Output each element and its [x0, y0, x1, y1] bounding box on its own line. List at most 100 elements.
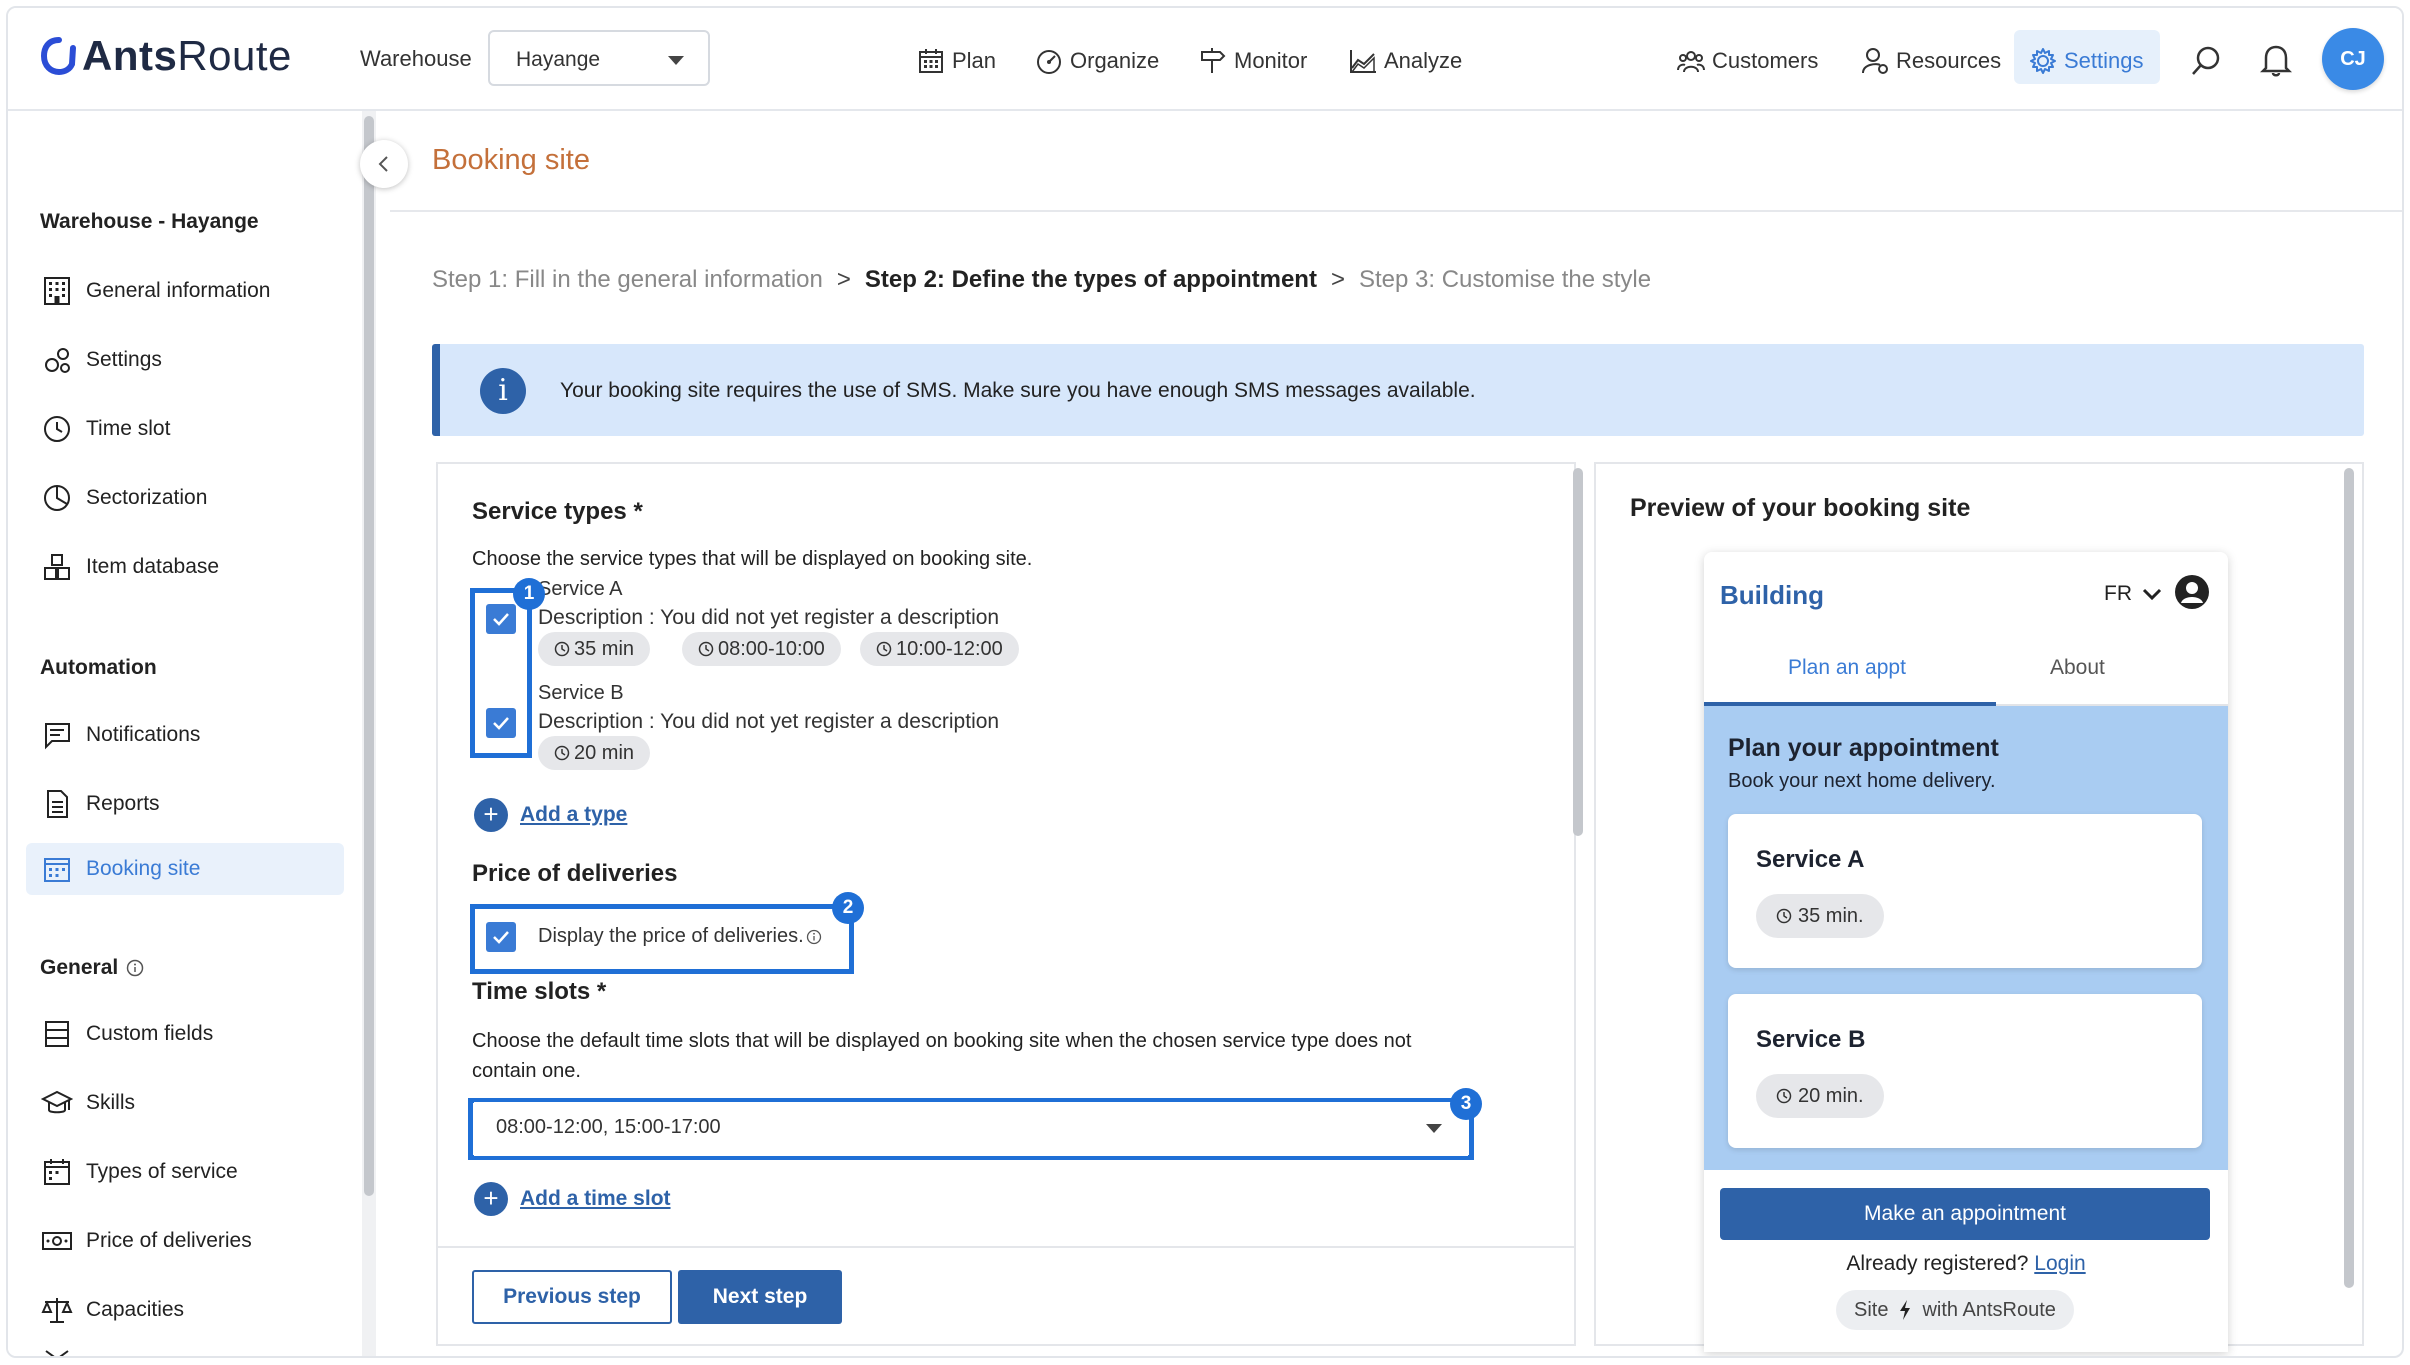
tab-about[interactable]: About [2050, 656, 2105, 680]
chevron-down-icon [668, 56, 684, 65]
display-price-label-wrap: Display the price of deliveries. [538, 925, 822, 948]
nav-resources[interactable]: Resources [1860, 46, 2001, 76]
clock-icon [554, 745, 570, 761]
info-icon[interactable] [126, 959, 144, 977]
login-link[interactable]: Login [2034, 1252, 2085, 1275]
lightning-icon [1900, 1300, 1911, 1320]
user-icon[interactable] [2174, 574, 2210, 610]
sidebar-item-booking-site[interactable]: Booking site [26, 843, 344, 895]
chip-label: 10:00-12:00 [896, 637, 1003, 660]
plus-icon: + [474, 798, 508, 832]
step-badge-3: 3 [1450, 1088, 1482, 1120]
sidebar-item-time-slot[interactable]: Time slot [26, 403, 344, 455]
time-slots-value: 08:00-12:00, 15:00-17:00 [496, 1116, 721, 1138]
nav-monitor-label: Monitor [1234, 48, 1308, 73]
sidebar-item-settings[interactable]: Settings [26, 334, 344, 386]
language-select[interactable]: FR [2104, 582, 2162, 606]
warehouse-select[interactable]: Hayange [488, 30, 710, 86]
logo[interactable]: AntsRoute [40, 32, 292, 80]
preview-title: Preview of your booking site [1630, 494, 1971, 522]
nav-analyze-label: Analyze [1384, 48, 1463, 73]
sidebar-item-reports[interactable]: Reports [26, 778, 344, 830]
add-type-link[interactable]: + Add a type [474, 798, 627, 832]
time-slots-title: Time slots * [472, 978, 607, 1005]
chip-label: 35 min [574, 637, 635, 660]
add-time-slot-link[interactable]: + Add a time slot [474, 1182, 671, 1216]
nav-organize[interactable]: Organize [1034, 46, 1159, 76]
sidebar-item-label: Settings [86, 348, 162, 371]
chevron-down-icon [1426, 1124, 1442, 1133]
message-icon [40, 718, 74, 752]
chevron-down-icon [2142, 588, 2162, 601]
calendar-icon [919, 49, 943, 73]
time-slots-select[interactable]: 08:00-12:00, 15:00-17:00 [474, 1102, 1468, 1156]
sidebar-item-label: Time slot [86, 417, 171, 440]
scale-icon [40, 1293, 74, 1327]
preview-subheading: Book your next home delivery. [1728, 770, 1996, 792]
clock-icon [1776, 1088, 1792, 1104]
price-title: Price of deliveries [472, 860, 678, 887]
display-price-label: Display the price of deliveries. [538, 925, 804, 947]
make-appointment-button[interactable]: Make an appointment [1720, 1188, 2210, 1240]
service-b-description: Description : You did not yet register a… [538, 710, 1000, 733]
nav-plan[interactable]: Plan [916, 46, 996, 76]
sidebar-item-label: Types of service [86, 1160, 238, 1183]
preview-card-name: Service A [1756, 846, 1865, 873]
collapse-sidebar-button[interactable] [360, 140, 408, 188]
chip-label: 35 min. [1798, 904, 1864, 927]
step-3-link[interactable]: Step 3: Customise the style [1359, 266, 1651, 293]
sidebar-scrollbar-thumb[interactable] [364, 116, 374, 1196]
sidebar-item-types-of-service[interactable]: Types of service [26, 1146, 344, 1198]
preview-service-card[interactable]: Service B 20 min. [1728, 994, 2202, 1148]
logo-text-bold: Ants [82, 32, 178, 79]
sidebar-item-skills[interactable]: Skills [26, 1077, 344, 1129]
preview-service-card[interactable]: Service A 35 min. [1728, 814, 2202, 968]
title-divider [390, 210, 2402, 212]
sidebar-item-label: Custom fields [86, 1022, 214, 1045]
service-a-duration-chip: 35 min [538, 632, 651, 666]
avatar[interactable]: CJ [2322, 28, 2384, 90]
nav-plan-label: Plan [952, 48, 997, 73]
nav-customers[interactable]: Customers [1676, 46, 1818, 76]
next-step-button[interactable]: Next step [678, 1270, 842, 1324]
add-time-slot-label: Add a time slot [520, 1187, 671, 1210]
sidebar-item-capacities[interactable]: Capacities [26, 1284, 344, 1336]
step-1-link[interactable]: Step 1: Fill in the general information [432, 266, 823, 293]
previous-step-button[interactable]: Previous step [472, 1270, 672, 1324]
search-icon[interactable] [2190, 44, 2224, 78]
display-price-checkbox[interactable] [486, 922, 516, 952]
already-registered: Already registered? Login [1704, 1252, 2228, 1276]
sidebar-item-general-information[interactable]: General information [26, 265, 344, 317]
sidebar-section-warehouse: Warehouse - Hayange [40, 210, 259, 233]
sidebar-item-notifications[interactable]: Notifications [26, 709, 344, 761]
clock-icon [876, 641, 892, 657]
language-value: FR [2104, 582, 2132, 605]
nav-organize-label: Organize [1070, 48, 1160, 73]
sidebar-item-sectorization[interactable]: Sectorization [26, 472, 344, 524]
nav-settings-label: Settings [2064, 48, 2144, 73]
sidebar-item-custom-fields[interactable]: Custom fields [26, 1008, 344, 1060]
nav-analyze[interactable]: Analyze [1348, 46, 1462, 76]
form-scrollbar-thumb[interactable] [1573, 468, 1583, 836]
preview-brand: Building [1720, 580, 1824, 610]
nav-monitor[interactable]: Monitor [1198, 46, 1307, 76]
gauge-icon [1037, 50, 1061, 74]
tab-plan-appt[interactable]: Plan an appt [1788, 656, 1906, 680]
app-window: AntsRoute Warehouse Hayange Plan Organiz… [6, 6, 2404, 1358]
info-icon[interactable] [806, 929, 822, 945]
preview-scrollbar-thumb[interactable] [2344, 468, 2354, 1288]
sidebar-item-item-database[interactable]: Item database [26, 541, 344, 593]
warehouse-label: Warehouse [360, 46, 472, 71]
chip-label: 08:00-10:00 [718, 637, 825, 660]
calendar-list-icon [40, 1155, 74, 1189]
checkmark-icon [493, 931, 509, 944]
service-b-name: Service B [538, 682, 624, 704]
info-icon: i [480, 368, 526, 414]
sidebar-item-price-of-deliveries[interactable]: Price of deliveries [26, 1215, 344, 1267]
preview-card-duration: 35 min. [1756, 894, 1884, 938]
step-separator: > [1330, 266, 1345, 293]
sidebar-section-general-label: General [40, 956, 119, 979]
bell-icon[interactable] [2260, 42, 2292, 78]
nav-settings[interactable]: Settings [2028, 46, 2144, 76]
chart-icon [1350, 50, 1376, 73]
